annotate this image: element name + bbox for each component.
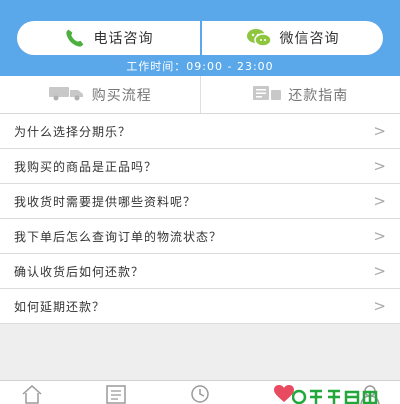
tab-repayment-guide-label: 还款指南 — [288, 87, 349, 104]
wechat-consult-label: 微信咨询 — [279, 31, 340, 47]
phone-icon — [64, 27, 86, 49]
faq-item[interactable]: 我收货时需要提供哪些资料呢？ > — [0, 184, 400, 219]
home-icon — [20, 384, 44, 404]
chevron-right-icon: > — [373, 262, 386, 280]
chevron-right-icon: > — [373, 192, 386, 210]
clock-icon — [188, 385, 212, 404]
phone-consult-label: 电话咨询 — [93, 31, 154, 47]
guide-tabs: 购买流程 还款指南 — [0, 76, 400, 114]
faq-item[interactable]: 如何延期还款？ > — [0, 289, 400, 324]
list-icon — [104, 385, 128, 404]
faq-item[interactable]: 我购买的商品是正品吗？ > — [0, 149, 400, 184]
faq-question: 我下单后怎么查询订单的物流状态？ — [14, 229, 223, 244]
chevron-right-icon: > — [373, 157, 386, 175]
phone-consult-button[interactable]: 电话咨询 — [17, 21, 200, 55]
faq-item[interactable]: 确认收货后如何还款？ > — [0, 254, 400, 289]
faq-question: 如何延期还款？ — [14, 299, 106, 314]
tab-purchase-process-label: 购买流程 — [91, 87, 152, 104]
nav-clock[interactable] — [188, 384, 212, 404]
chevron-right-icon: > — [373, 297, 386, 315]
faq-item[interactable]: 我下单后怎么查询订单的物流状态？ > — [0, 219, 400, 254]
tab-repayment-guide[interactable]: 还款指南 — [199, 76, 400, 113]
faq-question: 为什么选择分期乐？ — [14, 124, 132, 139]
working-hours: 工作时间：09:00 - 23:00 — [126, 60, 274, 73]
wechat-consult-button[interactable]: 微信咨询 — [202, 21, 383, 55]
chevron-right-icon: > — [373, 122, 386, 140]
nav-list[interactable] — [104, 384, 128, 404]
bill-icon — [252, 85, 282, 105]
faq-list: 为什么选择分期乐？ > 我购买的商品是正品吗？ > 我收货时需要提供哪些资料呢？… — [0, 114, 400, 324]
chevron-right-icon: > — [373, 227, 386, 245]
faq-question: 确认收货后如何还款？ — [14, 264, 145, 279]
watermark-logo — [291, 388, 392, 404]
nav-home[interactable] — [20, 384, 44, 404]
faq-item[interactable]: 为什么选择分期乐？ > — [0, 114, 400, 149]
faq-question: 我购买的商品是正品吗？ — [14, 159, 158, 174]
truck-icon — [48, 85, 86, 105]
wechat-icon — [246, 28, 272, 48]
faq-question: 我收货时需要提供哪些资料呢？ — [14, 194, 197, 209]
tab-purchase-process[interactable]: 购买流程 — [0, 76, 200, 113]
contact-header: 电话咨询 微信咨询 工作时间：09:00 - 23:00 — [0, 0, 400, 76]
